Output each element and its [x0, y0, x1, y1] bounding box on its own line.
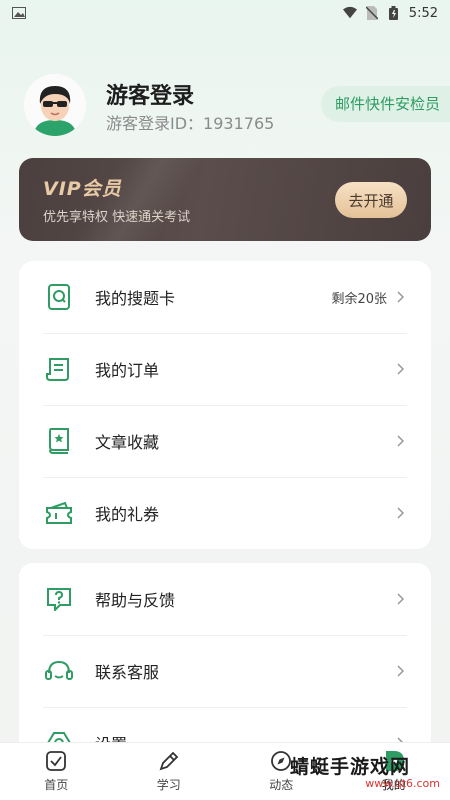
menu-card-primary: 我的搜题卡 剩余20张 我的订单 文章收藏 我的礼券: [19, 261, 431, 549]
tab-home[interactable]: 首页: [11, 749, 101, 793]
status-bar: 5:52: [0, 0, 450, 26]
vip-title: VIP会员: [43, 178, 122, 200]
image-notification-icon: [12, 6, 26, 20]
profile-header[interactable]: 游客登录 游客登录ID：1931765 邮件快件安检员: [24, 74, 450, 136]
battery-icon: [387, 6, 401, 20]
vip-activate-button[interactable]: 去开通: [335, 182, 407, 218]
menu-item-favorites[interactable]: 文章收藏: [19, 405, 431, 477]
menu-item-orders[interactable]: 我的订单: [19, 333, 431, 405]
coupon-icon: [45, 499, 73, 527]
chevron-right-icon: [397, 435, 407, 447]
order-icon: [45, 355, 73, 383]
tab-label: 学习: [156, 778, 181, 792]
menu-item-label: 我的搜题卡: [95, 289, 176, 308]
remaining-count: 剩余20张: [331, 291, 387, 307]
wifi-icon: [342, 6, 357, 20]
status-icons: 5:52: [342, 5, 438, 21]
chevron-right-icon: [397, 507, 407, 519]
profile-name[interactable]: 游客登录: [106, 78, 194, 110]
chevron-right-icon: [397, 665, 407, 677]
headset-icon: [45, 657, 73, 685]
vip-subtitle: 优先享特权 快速通关考试: [43, 210, 191, 225]
favorite-book-icon: [45, 427, 73, 455]
tab-study[interactable]: 学习: [124, 749, 214, 793]
pencil-icon: [157, 749, 181, 773]
search-card-icon: [45, 283, 73, 311]
exam-category-badge[interactable]: 邮件快件安检员: [320, 86, 450, 122]
menu-item-search-card[interactable]: 我的搜题卡 剩余20张: [19, 261, 431, 333]
tab-label: 首页: [44, 778, 69, 792]
site-watermark: 蜻蜓手游戏网 www.qt6.com: [290, 752, 440, 796]
chevron-right-icon: [397, 291, 407, 303]
chevron-right-icon: [397, 363, 407, 375]
menu-item-label: 我的订单: [95, 361, 160, 380]
menu-item-help[interactable]: 帮助与反馈: [19, 563, 431, 635]
menu-item-label: 文章收藏: [95, 433, 160, 452]
menu-card-secondary: 帮助与反馈 联系客服 设置: [19, 563, 431, 763]
menu-item-label: 我的礼券: [95, 505, 160, 524]
menu-item-coupons[interactable]: 我的礼券: [19, 477, 431, 549]
no-sim-icon: [365, 6, 379, 20]
profile-uid: 游客登录ID：1931765: [106, 114, 275, 133]
menu-item-label: 联系客服: [95, 663, 160, 682]
watermark-text: 蜻蜓手游戏网: [290, 756, 411, 778]
avatar[interactable]: [24, 74, 86, 136]
chevron-right-icon: [397, 593, 407, 605]
menu-item-label: 帮助与反馈: [95, 591, 176, 610]
menu-item-customer-service[interactable]: 联系客服: [19, 635, 431, 707]
help-icon: [45, 585, 73, 613]
status-time: 5:52: [408, 5, 438, 21]
home-check-icon: [44, 749, 68, 773]
vip-banner[interactable]: VIP会员 优先享特权 快速通关考试 去开通: [19, 158, 431, 241]
